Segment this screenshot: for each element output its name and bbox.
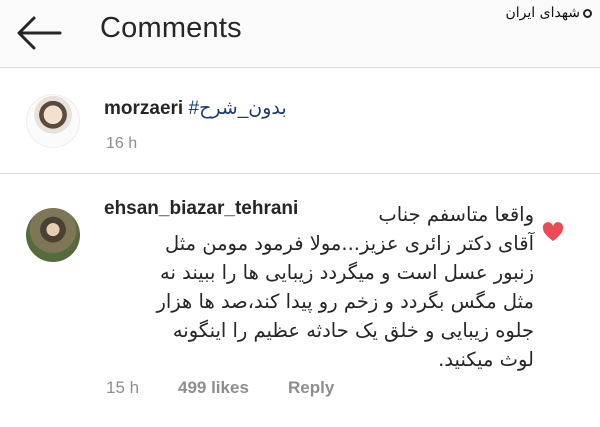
- watermark-logo: شهدای ایران: [505, 6, 592, 21]
- comment-line: مثل مگس بگردد و زخم رو پیدا کند،صد ها هز…: [156, 290, 534, 313]
- top-bar: Comments شهدای ایران: [0, 0, 600, 68]
- avatar[interactable]: [26, 94, 80, 148]
- back-arrow-icon: [17, 16, 62, 50]
- page-title: Comments: [100, 12, 242, 44]
- divider: [0, 173, 600, 174]
- comment-timestamp: 15 h: [106, 378, 140, 397]
- like-button[interactable]: [542, 222, 564, 242]
- caption-line: morzaeri #بدون_شرح: [104, 97, 287, 120]
- heart-icon: [542, 222, 564, 242]
- back-button[interactable]: [14, 14, 64, 52]
- comment-line: لوث میکنید.: [438, 348, 534, 371]
- caption-username[interactable]: morzaeri: [104, 98, 183, 119]
- comment-text: واقعا متاسفم جناب آقای دکتر زائری عزیز..…: [92, 200, 534, 374]
- likes-count[interactable]: 499 likes: [178, 378, 249, 398]
- comment-line: واقعا متاسفم جناب: [378, 203, 534, 226]
- caption-timestamp: 16 h: [106, 135, 138, 152]
- avatar[interactable]: [26, 208, 80, 262]
- caption-area: [0, 69, 600, 173]
- caption-hashtag[interactable]: #بدون_شرح: [188, 98, 286, 119]
- comment-line: آقای دکتر زائری عزیز...مولا فرمود مومن م…: [164, 232, 534, 255]
- reply-button[interactable]: Reply: [288, 378, 334, 398]
- comment-line: جلوه زیبایی و خلق یک حادثه عظیم را اینگو…: [172, 319, 534, 342]
- comment-line: زنبور عسل است و میگردد زیبایی ها را ببین…: [160, 261, 534, 284]
